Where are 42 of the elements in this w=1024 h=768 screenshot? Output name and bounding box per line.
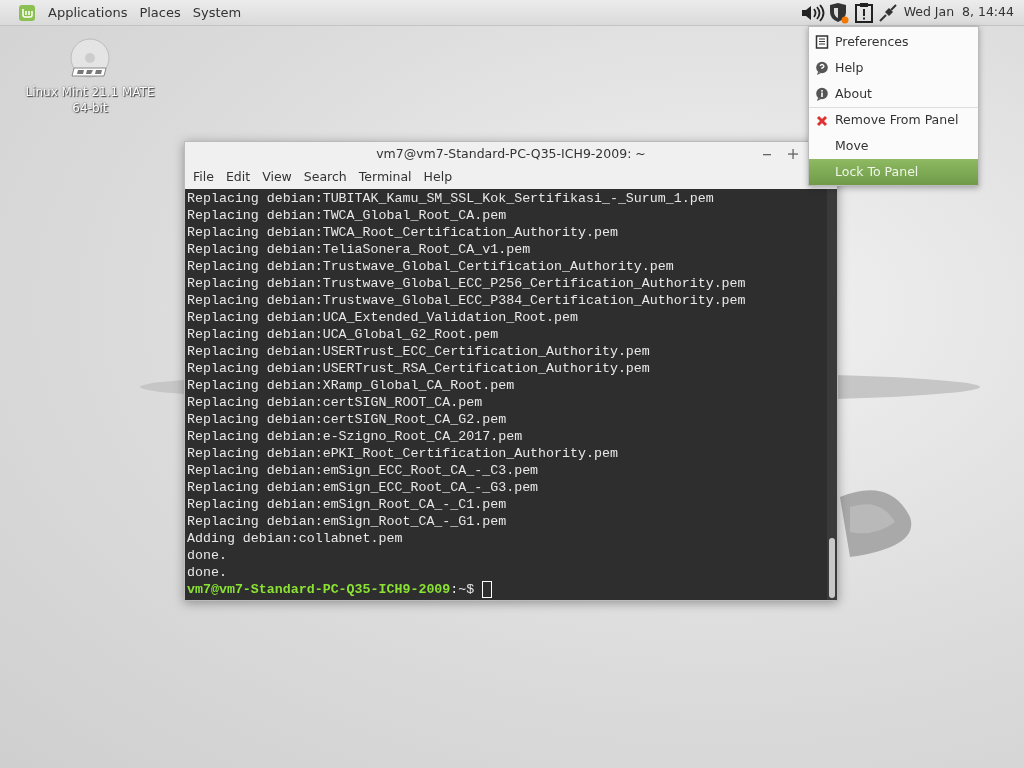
- terminal-line: Replacing debian:TWCA_Global_Root_CA.pem: [187, 207, 508, 224]
- terminal-line: done.: [187, 564, 228, 581]
- terminal-line: Replacing debian:emSign_ECC_Root_CA_-_G3.pem: [187, 479, 540, 496]
- menu-item[interactable]: About: [809, 81, 978, 107]
- menu-item[interactable]: Help: [809, 55, 978, 81]
- desktop-icon-label[interactable]: Linux Mint 21.1 MATE 64-bit: [18, 84, 162, 116]
- terminal-line: Replacing debian:USERTrust_ECC_Certification_Authority.pem: [187, 343, 651, 360]
- clock[interactable]: Wed Jan 8, 14:44: [897, 3, 1024, 22]
- menu-item[interactable]: Search: [297, 168, 353, 187]
- terminal-line: Replacing debian:USERTrust_RSA_Certification_Authority.pem: [187, 360, 651, 377]
- terminal-line: Adding debian:collabnet.pem: [187, 530, 404, 547]
- menu-item[interactable]: Help: [417, 168, 459, 187]
- menu-item[interactable]: File: [187, 168, 220, 187]
- terminal-line: Replacing debian:e-Szigno_Root_CA_2017.pem: [187, 428, 524, 445]
- terminal-line: Replacing debian:XRamp_Global_CA_Root.pem: [187, 377, 516, 394]
- terminal-line: Replacing debian:certSIGN_Root_CA_G2.pem: [187, 411, 508, 428]
- panel-menu[interactable]: Applications: [42, 2, 134, 23]
- menu-item[interactable]: Preferences: [809, 29, 978, 55]
- menu-item[interactable]: Terminal: [352, 168, 418, 187]
- terminal-line: Replacing debian:Trustwave_Global_ECC_P256_Certification_Authority.pem: [187, 275, 747, 292]
- terminal-line: Replacing debian:TeliaSonera_Root_CA_v1.pem: [187, 241, 532, 258]
- terminal-line: Replacing debian:TWCA_Root_Certification_Authority.pem: [187, 224, 619, 241]
- terminal-line: Replacing debian:Trustwave_Global_Certification_Authority.pem: [187, 258, 675, 275]
- menu-item[interactable]: Edit: [219, 168, 257, 187]
- terminal-line: Replacing debian:ePKI_Root_Certification_Authority.pem: [187, 445, 619, 462]
- menu-item[interactable]: Move: [809, 133, 978, 159]
- terminal-line: Replacing debian:UCA_Extended_Validation_Root.pem: [187, 309, 579, 326]
- menu-item[interactable]: View: [256, 168, 298, 187]
- terminal-line: Replacing debian:Trustwave_Global_ECC_P384_Certification_Authority.pem: [187, 292, 747, 309]
- window-title: vm7@vm7-Standard-PC-Q35-ICH9-2009: ~: [376, 144, 646, 163]
- panel-menu[interactable]: System: [186, 2, 248, 23]
- terminal-line: done.: [187, 547, 228, 564]
- prompt-user-host: vm7@vm7-Standard-PC-Q35-ICH9-2009: [187, 582, 451, 597]
- terminal-line: Replacing debian:UCA_Global_G2_Root.pem: [187, 326, 500, 343]
- panel-menu[interactable]: Places: [133, 2, 187, 23]
- terminal-line: Replacing debian:emSign_ECC_Root_CA_-_C3.pem: [187, 462, 540, 479]
- terminal-line: Replacing debian:emSign_Root_CA_-_C1.pem: [187, 496, 508, 513]
- menu-item[interactable]: Remove From Panel: [809, 107, 978, 133]
- terminal-line: Replacing debian:emSign_Root_CA_-_G1.pem: [187, 513, 508, 530]
- terminal-line: Replacing debian:certSIGN_ROOT_CA.pem: [187, 394, 484, 411]
- prompt-path: :~$: [450, 582, 476, 597]
- terminal-line: Replacing debian:TUBITAK_Kamu_SM_SSL_Kok_Sertifikasi_-_Surum_1.pem: [187, 190, 715, 207]
